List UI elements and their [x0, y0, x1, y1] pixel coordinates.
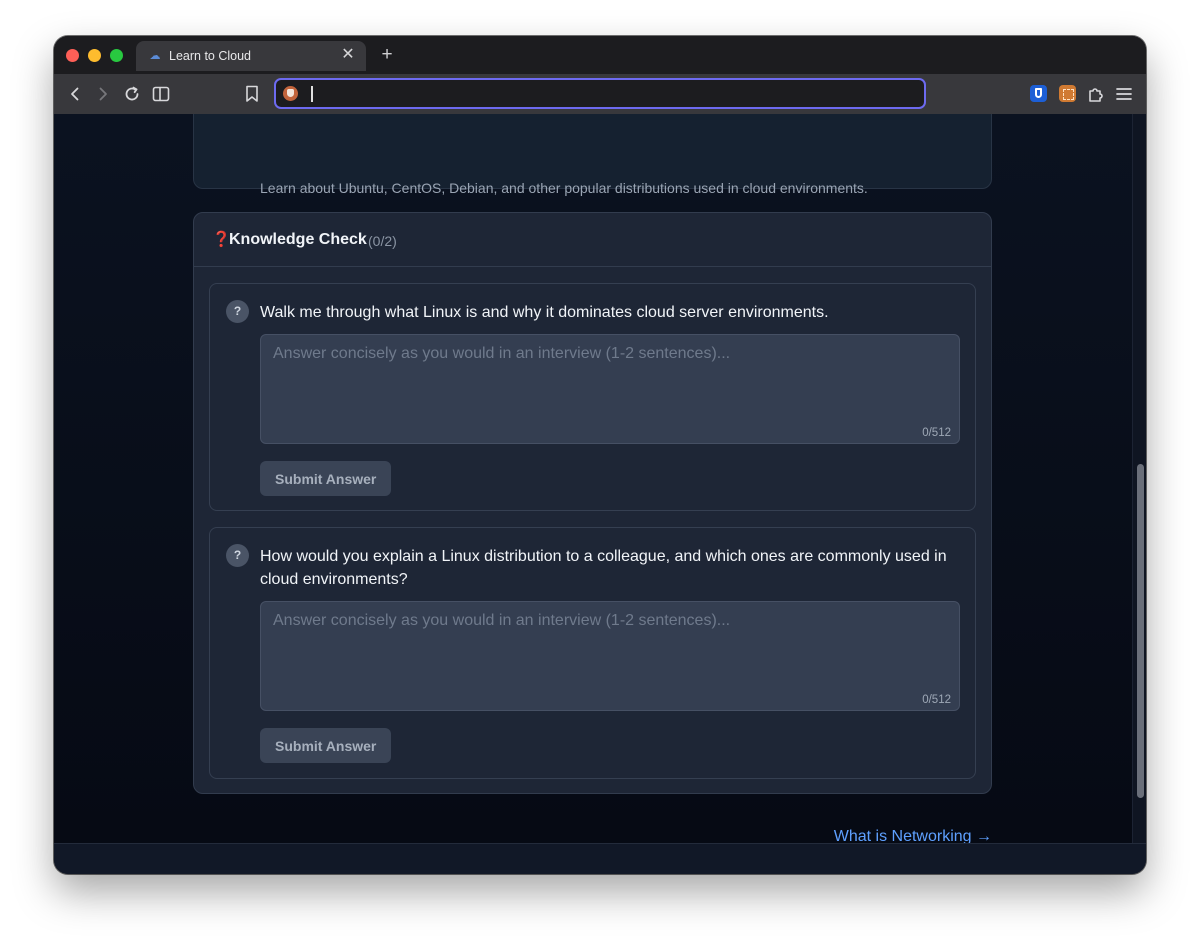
tab-title: Learn to Cloud — [169, 49, 252, 63]
scrollbar-thumb[interactable] — [1137, 464, 1144, 798]
puzzle-icon — [1089, 88, 1103, 102]
answer-input[interactable] — [260, 601, 960, 711]
bitwarden-extension-icon[interactable] — [1030, 85, 1047, 102]
question-text: Walk me through what Linux is and why it… — [260, 304, 829, 321]
next-topic-link[interactable]: What is Networking → — [834, 828, 992, 843]
close-tab-icon[interactable]: ✕ — [339, 46, 357, 64]
reload-icon — [125, 86, 139, 101]
close-window-button[interactable] — [66, 49, 79, 62]
back-button[interactable] — [63, 82, 87, 106]
page-footer — [54, 843, 1146, 874]
question-badge-icon: ? — [226, 300, 249, 323]
question-text: How would you explain a Linux distributi… — [260, 548, 947, 588]
reload-button[interactable] — [120, 82, 144, 106]
new-tab-button[interactable]: + — [376, 44, 398, 66]
sidebar-toggle-button[interactable] — [149, 82, 173, 106]
hamburger-menu-icon — [1116, 88, 1132, 100]
title-bar: ☁ Learn to Cloud ✕ + — [54, 36, 1146, 74]
minimize-window-button[interactable] — [88, 49, 101, 62]
cloud-icon: ☁ — [149, 50, 161, 62]
bookmark-button[interactable] — [240, 82, 264, 106]
character-counter: 0/512 — [922, 427, 951, 439]
browser-toolbar — [54, 74, 1146, 114]
extensions-button[interactable] — [1084, 82, 1108, 106]
address-bar[interactable] — [274, 78, 926, 109]
brave-shield-icon[interactable] — [283, 86, 298, 101]
zoom-window-button[interactable] — [110, 49, 123, 62]
knowledge-check-title: Knowledge Check — [229, 231, 367, 248]
browser-window: ☁ Learn to Cloud ✕ + Learn about Ubuntu,… — [54, 36, 1146, 874]
character-counter: 0/512 — [922, 694, 951, 706]
question-card: ? Walk me through what Linux is and why … — [209, 283, 976, 511]
question-card: ? How would you explain a Linux distribu… — [209, 527, 976, 779]
knowledge-check-progress: (0/2) — [368, 233, 397, 249]
bookmark-icon — [246, 85, 258, 102]
sidebar-icon — [152, 86, 170, 102]
extension-icon[interactable] — [1059, 85, 1076, 102]
forward-button[interactable] — [91, 82, 115, 106]
question-badge-icon: ? — [226, 544, 249, 567]
menu-button[interactable] — [1112, 82, 1136, 106]
topic-description: Learn about Ubuntu, CentOS, Debian, and … — [260, 180, 868, 196]
submit-answer-button[interactable]: Submit Answer — [260, 728, 392, 763]
chevron-left-icon — [71, 87, 79, 101]
text-caret — [311, 86, 313, 102]
knowledge-check-card: ❓ Knowledge Check (0/2) ? Walk me throug… — [193, 212, 992, 794]
distributions-topic-card: Learn about Ubuntu, CentOS, Debian, and … — [193, 114, 992, 196]
answer-input[interactable] — [260, 334, 960, 444]
knowledge-check-header: ❓ Knowledge Check (0/2) — [194, 213, 991, 267]
question-mark-icon: ❓ — [212, 231, 231, 248]
page-viewport: Learn about Ubuntu, CentOS, Debian, and … — [54, 114, 1132, 843]
submit-answer-button[interactable]: Submit Answer — [260, 461, 392, 496]
chevron-right-icon — [99, 87, 107, 101]
scrollbar[interactable] — [1132, 114, 1146, 843]
tab-learn-to-cloud[interactable]: ☁ Learn to Cloud ✕ — [136, 41, 366, 71]
